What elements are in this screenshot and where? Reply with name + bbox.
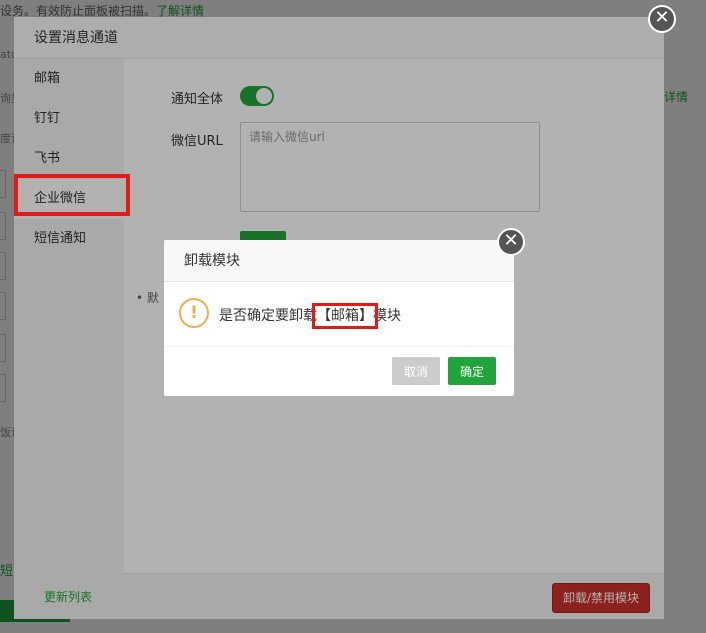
- confirm-message-suffix: 模块: [373, 308, 401, 324]
- confirm-button[interactable]: 确定: [448, 357, 496, 385]
- close-icon[interactable]: ✕: [648, 5, 676, 33]
- confirm-message-prefix: 是否确定要卸载: [219, 308, 317, 324]
- cancel-button[interactable]: 取消: [392, 357, 440, 385]
- confirm-title: 卸载模块: [164, 240, 514, 282]
- sidebar-highlight-box: [14, 174, 130, 216]
- close-icon[interactable]: ✕: [497, 228, 525, 256]
- confirm-footer: 取消 确定: [164, 346, 514, 396]
- uninstall-confirm-dialog: 卸载模块 ! 是否确定要卸载【邮箱】模块 取消 确定: [164, 240, 514, 396]
- warning-icon: !: [179, 298, 209, 328]
- confirm-message: 是否确定要卸载【邮箱】模块: [219, 303, 401, 329]
- module-name: 【邮箱】: [312, 303, 378, 329]
- confirm-body: ! 是否确定要卸载【邮箱】模块: [164, 282, 514, 346]
